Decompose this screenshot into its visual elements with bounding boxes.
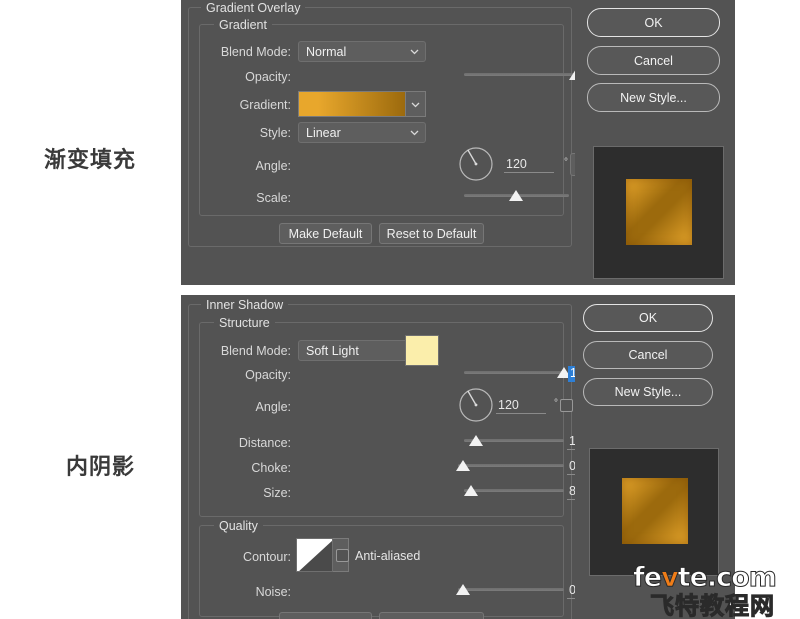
preview-thumbnail: [593, 146, 724, 279]
choke-slider-track: [458, 464, 564, 467]
shadow-reset-to-default-button[interactable]: [379, 612, 484, 619]
shadow-blend-mode-value: Soft Light: [306, 343, 359, 358]
gradient-label: Gradient:: [239, 98, 291, 112]
shadow-opacity-slider-track: [464, 371, 564, 374]
style-value: Linear: [306, 125, 341, 140]
shadow-ok-button[interactable]: OK: [583, 304, 713, 332]
preview-square: [626, 179, 692, 245]
angle-label: Angle:: [255, 159, 291, 173]
shadow-opacity-label: Opacity:: [245, 368, 291, 382]
make-default-button[interactable]: Make Default: [279, 223, 372, 244]
structure-group-title: Structure: [214, 316, 275, 330]
size-label: Size:: [263, 486, 291, 500]
cancel-button[interactable]: Cancel: [587, 46, 720, 75]
angle-dial[interactable]: [458, 146, 494, 185]
noise-slider-thumb[interactable]: [456, 584, 470, 595]
size-slider-thumb[interactable]: [464, 485, 478, 496]
screenshot-root: 渐变填充 内阴影 Gradient Overlay Gradient Blend…: [0, 0, 800, 619]
gradient-swatch[interactable]: [298, 91, 406, 117]
choke-slider-thumb[interactable]: [456, 460, 470, 471]
blend-mode-select[interactable]: Normal: [298, 41, 426, 62]
contour-swatch[interactable]: [296, 538, 333, 572]
gradient-overlay-dialog: Gradient Overlay Gradient Blend Mode: No…: [181, 0, 735, 285]
choke-slider[interactable]: [456, 459, 564, 473]
shadow-cancel-button[interactable]: Cancel: [583, 341, 713, 369]
ok-button[interactable]: OK: [587, 8, 720, 37]
shadow-angle-input[interactable]: 120: [496, 398, 546, 414]
new-style-button[interactable]: New Style...: [587, 83, 720, 112]
shadow-color-swatch[interactable]: [405, 335, 439, 366]
angle-input[interactable]: 120: [504, 157, 554, 173]
quality-group-title: Quality: [214, 519, 263, 533]
shadow-angle-unit: °: [554, 398, 558, 409]
blend-mode-value: Normal: [306, 44, 347, 59]
size-slider-track: [464, 489, 564, 492]
shadow-preview-thumbnail: [589, 448, 719, 576]
opacity-label: Opacity:: [245, 70, 291, 84]
noise-slider-track: [458, 588, 564, 591]
gradient-swatch-fill: [299, 92, 405, 116]
size-slider[interactable]: [464, 484, 564, 498]
anti-aliased-checkbox[interactable]: [336, 549, 349, 562]
opacity-slider[interactable]: [464, 68, 583, 82]
chevron-down-icon: [410, 128, 419, 136]
use-global-light-checkbox[interactable]: [560, 399, 573, 412]
style-select[interactable]: Linear: [298, 122, 426, 143]
shadow-angle-label: Angle:: [255, 400, 291, 414]
shadow-opacity-slider[interactable]: [464, 366, 571, 380]
scale-slider-thumb[interactable]: [509, 190, 523, 201]
inner-shadow-title: Inner Shadow: [201, 298, 289, 312]
shadow-preview-square: [622, 478, 688, 544]
shadow-blend-mode-label: Blend Mode:: [220, 344, 291, 358]
distance-slider[interactable]: [464, 434, 564, 448]
style-label: Style:: [259, 126, 291, 140]
gradient-group-title: Gradient: [214, 18, 272, 32]
opacity-slider-track: [464, 73, 576, 76]
noise-slider[interactable]: [456, 583, 564, 597]
shadow-new-style-button[interactable]: New Style...: [583, 378, 713, 406]
choke-label: Choke:: [251, 461, 291, 475]
anti-aliased-label: Anti-aliased: [355, 549, 421, 563]
gradient-overlay-title: Gradient Overlay: [201, 1, 306, 15]
shadow-angle-dial[interactable]: [458, 387, 494, 426]
chevron-down-icon: [411, 102, 420, 107]
reset-to-default-button[interactable]: Reset to Default: [379, 223, 484, 244]
scale-slider[interactable]: [464, 189, 569, 203]
noise-label: Noise:: [255, 585, 291, 599]
shadow-make-default-button[interactable]: [279, 612, 372, 619]
distance-label: Distance:: [238, 436, 291, 450]
gradient-picker-button[interactable]: [406, 91, 426, 117]
chevron-down-icon: [410, 47, 419, 55]
annotation-inner-shadow: 内阴影: [66, 455, 136, 480]
quality-group: [199, 525, 564, 617]
watermark-line2: 飞特教程网: [650, 592, 775, 619]
blend-mode-label: Blend Mode:: [220, 45, 291, 59]
contour-shape-icon: [297, 539, 332, 571]
angle-unit: °: [564, 157, 568, 168]
annotation-gradient-fill: 渐变填充: [44, 148, 137, 173]
contour-label: Contour:: [243, 550, 291, 564]
scale-label: Scale:: [256, 191, 291, 205]
distance-slider-thumb[interactable]: [469, 435, 483, 446]
